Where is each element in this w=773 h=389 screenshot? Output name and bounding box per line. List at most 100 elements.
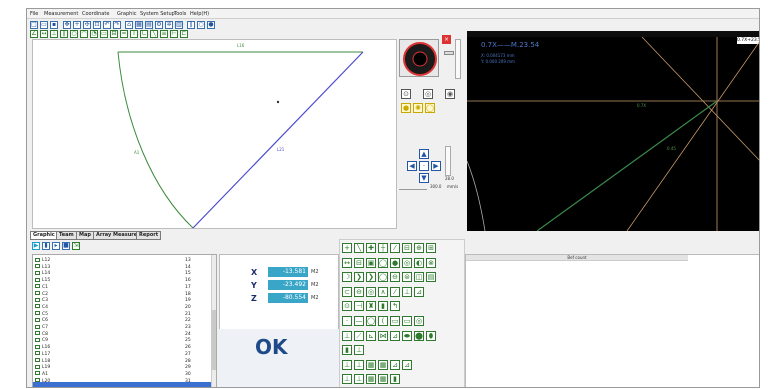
slider-handle[interactable] bbox=[444, 51, 454, 55]
circle-tool-icon[interactable]: ○ bbox=[70, 30, 78, 38]
ring-light-display[interactable] bbox=[399, 39, 439, 77]
shape-tool-icon[interactable]: ⊥ bbox=[342, 330, 352, 341]
shape-tool-icon[interactable]: ⁄ bbox=[390, 243, 400, 253]
arrow-right-icon[interactable]: ▶ bbox=[431, 161, 441, 171]
shape-tool-icon[interactable]: ⊞ bbox=[426, 243, 436, 253]
shape-tool-icon[interactable]: ⁄ bbox=[390, 286, 400, 297]
menu-graphic[interactable]: Graphic bbox=[117, 10, 136, 18]
shape-tool-icon[interactable]: ↔ bbox=[342, 257, 352, 268]
shape-tool-icon[interactable]: ╲ bbox=[354, 243, 364, 253]
symmetry-tool-icon[interactable]: ≡ bbox=[160, 30, 168, 38]
tab-array-measure[interactable]: Array Measure bbox=[93, 231, 141, 240]
axis-unit[interactable]: M2 bbox=[311, 280, 319, 291]
list-scroll-thumb[interactable] bbox=[212, 310, 216, 370]
radius-tool-icon[interactable]: ◔ bbox=[90, 30, 98, 38]
feature-list[interactable]: L12 13 L13 14 L14 15 L15 16 C1 17 C2 18 C3 19 C4 20 C5 21… bbox=[32, 254, 217, 387]
gear-icon[interactable]: ✲ bbox=[165, 21, 173, 29]
shape-tool-icon[interactable]: ▦ bbox=[366, 374, 376, 385]
light-surface-icon[interactable]: ✺ bbox=[413, 103, 423, 113]
z-axis-slider[interactable] bbox=[445, 146, 451, 176]
grid-icon[interactable]: ▦ bbox=[135, 21, 143, 29]
shape-tool-icon[interactable]: ⊕ bbox=[414, 243, 424, 253]
speed-scale[interactable] bbox=[399, 185, 427, 190]
zoom-in-icon[interactable]: + bbox=[73, 21, 81, 29]
brightness-slider[interactable] bbox=[455, 39, 461, 79]
shape-tool-icon[interactable]: ⟋ bbox=[354, 330, 364, 341]
home-icon[interactable]: ⌂ bbox=[125, 21, 133, 29]
camera-icon[interactable]: ● bbox=[207, 21, 215, 29]
shape-tool-icon[interactable]: — bbox=[354, 316, 364, 326]
tab-report[interactable]: Report bbox=[136, 231, 162, 240]
shape-tool-icon[interactable]: ∧ bbox=[378, 286, 388, 297]
shape-tool-icon[interactable]: ⊥ bbox=[354, 359, 364, 370]
shape-tool-icon[interactable]: ▦ bbox=[366, 359, 376, 370]
save-file-icon[interactable]: ▪ bbox=[50, 21, 58, 29]
light-all-icon[interactable]: ◯ bbox=[425, 103, 435, 113]
light-icon[interactable]: ○ bbox=[197, 21, 205, 29]
shape-tool-icon[interactable]: ( bbox=[378, 316, 388, 326]
menu-system-setup[interactable]: System Setup bbox=[140, 10, 175, 18]
undo-icon[interactable]: ↶ bbox=[103, 21, 111, 29]
shape-tool-icon[interactable]: ┼ bbox=[378, 243, 388, 253]
zoom-fit-icon[interactable]: ⊡ bbox=[93, 21, 101, 29]
shape-tool-icon[interactable]: ▤ bbox=[426, 272, 436, 283]
shape-tool-icon[interactable]: ▭ bbox=[390, 316, 400, 326]
move-icon[interactable]: ✥ bbox=[63, 21, 71, 29]
export-icon[interactable]: ⇲ bbox=[72, 242, 80, 250]
shape-tool-icon[interactable]: ▦ bbox=[378, 374, 388, 385]
shape-tool-icon[interactable]: ◎ bbox=[366, 286, 376, 297]
axis-unit[interactable]: M2 bbox=[311, 267, 319, 278]
print-icon[interactable]: ▤ bbox=[145, 21, 153, 29]
shape-tool-icon[interactable]: ☽ bbox=[342, 272, 352, 283]
shape-tool-icon[interactable]: ⊙ bbox=[342, 301, 352, 312]
shape-tool-icon[interactable]: ⊿ bbox=[390, 330, 400, 341]
menu-file[interactable]: File bbox=[30, 10, 38, 18]
menu-tools[interactable]: Tools bbox=[174, 10, 186, 18]
forward-icon[interactable]: ▸ bbox=[52, 242, 60, 250]
shape-tool-icon[interactable]: ⬮ bbox=[426, 330, 436, 341]
tab-team[interactable]: Team bbox=[56, 231, 77, 240]
shape-tool-icon[interactable]: ⊖ bbox=[354, 286, 364, 297]
angle-tool-icon[interactable]: ∠ bbox=[30, 30, 38, 38]
arc-tool-icon[interactable]: ◠ bbox=[80, 30, 88, 38]
shape-tool-icon[interactable]: ◎ bbox=[402, 257, 412, 268]
menu-measurement[interactable]: Measurement bbox=[44, 10, 78, 18]
shape-tool-icon[interactable]: ♜ bbox=[366, 301, 376, 312]
shape-tool-icon[interactable]: ⊿ bbox=[414, 286, 424, 297]
close-icon[interactable]: × bbox=[442, 35, 451, 44]
menu-help[interactable]: Help(H) bbox=[190, 10, 209, 18]
tab-graphic[interactable]: Graphic bbox=[30, 231, 58, 240]
graphic-canvas[interactable]: L16 A1 L21 bbox=[32, 39, 397, 229]
equal-tool-icon[interactable]: = bbox=[120, 30, 128, 38]
shape-tool-icon[interactable]: ⬬ bbox=[402, 330, 412, 341]
bracket-tool-icon[interactable]: ⊏ bbox=[180, 30, 188, 38]
light-ring-icon[interactable]: ◎ bbox=[423, 89, 433, 99]
table-icon[interactable]: ▥ bbox=[175, 21, 183, 29]
shape-tool-icon[interactable]: ⊣ bbox=[354, 301, 364, 312]
pause-icon[interactable]: ‖ bbox=[187, 21, 195, 29]
tee-tool-icon[interactable]: ⊢ bbox=[170, 30, 178, 38]
stage-center-icon[interactable]: · bbox=[419, 161, 429, 171]
shape-tool-icon[interactable]: ◯ bbox=[378, 272, 388, 283]
angle2-tool-icon[interactable]: ∟ bbox=[140, 30, 148, 38]
shape-tool-icon[interactable]: ⊖ bbox=[390, 272, 400, 283]
shape-tool-icon[interactable]: ◯ bbox=[366, 316, 376, 326]
shape-tool-icon[interactable]: ▮ bbox=[378, 301, 388, 312]
shape-tool-icon[interactable]: ▮ bbox=[390, 374, 400, 385]
shape-tool-icon[interactable]: ❯ bbox=[366, 272, 376, 283]
shape-tool-icon[interactable]: ⊥ bbox=[354, 345, 364, 356]
new-file-icon[interactable]: □ bbox=[30, 21, 38, 29]
shape-tool-icon[interactable]: ⊥ bbox=[354, 374, 364, 385]
shape-tool-icon[interactable]: ⊥ bbox=[402, 286, 412, 297]
parallel-tool-icon[interactable]: ∥ bbox=[60, 30, 68, 38]
shape-tool-icon[interactable]: ⊟ bbox=[402, 243, 412, 253]
dimension-tool-icon[interactable]: ⊟ bbox=[110, 30, 118, 38]
slant-tool-icon[interactable]: ╲ bbox=[150, 30, 158, 38]
light-bottom-icon[interactable]: ● bbox=[401, 103, 411, 113]
perpendicular-tool-icon[interactable]: ⊥ bbox=[50, 30, 58, 38]
shape-tool-icon[interactable]: ⬤ bbox=[414, 330, 424, 341]
shape-tool-icon[interactable]: ▮ bbox=[342, 345, 352, 356]
shape-tool-icon[interactable]: ▦ bbox=[378, 359, 388, 370]
shape-tool-icon[interactable]: ⊥ bbox=[342, 359, 352, 370]
arrow-up-icon[interactable]: ▲ bbox=[419, 149, 429, 159]
